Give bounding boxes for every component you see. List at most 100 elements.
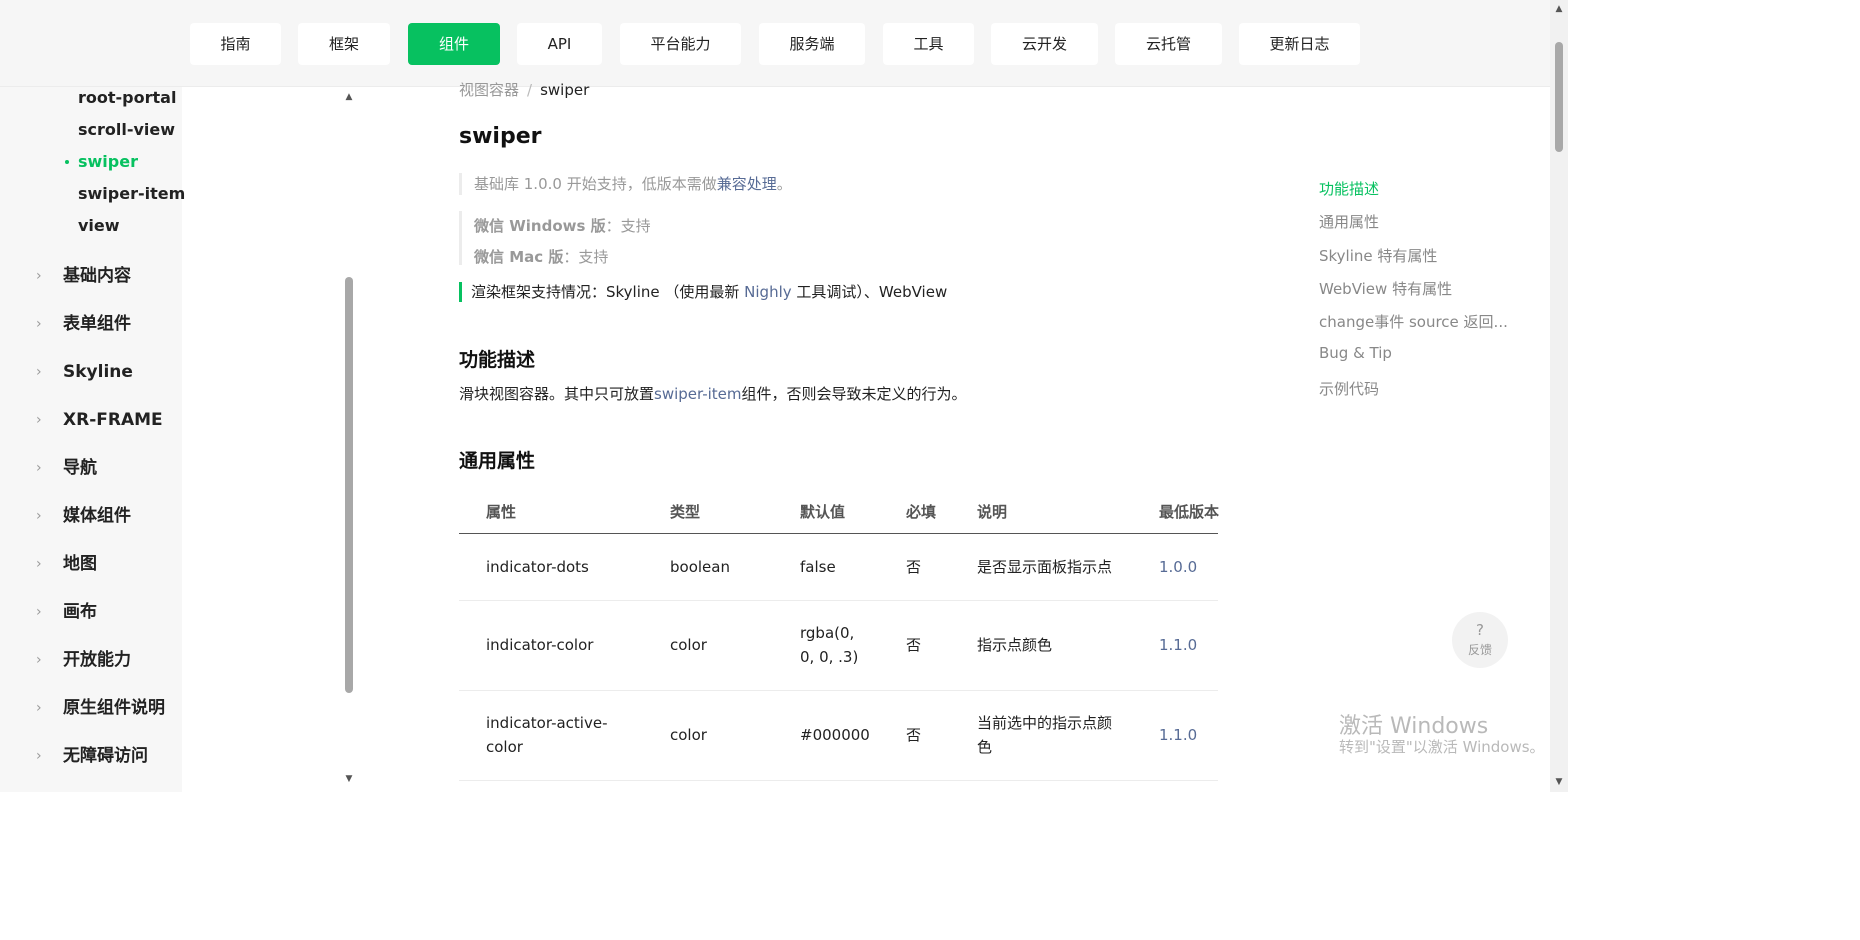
mac-value: ：支持 bbox=[563, 248, 609, 266]
cell-type: color bbox=[670, 726, 707, 744]
nav-framework[interactable]: 框架 bbox=[298, 23, 390, 65]
table-header: 属性 类型 默认值 必填 说明 最低版本 bbox=[459, 492, 1220, 534]
nav-server[interactable]: 服务端 bbox=[759, 23, 865, 65]
chevron-right-icon: › bbox=[36, 748, 42, 764]
chevron-right-icon: › bbox=[36, 268, 42, 284]
nav-api[interactable]: API bbox=[517, 23, 602, 65]
cell-desc: 是否显示面板指示点 bbox=[977, 558, 1113, 576]
cell-version-link[interactable]: 1.1.0 bbox=[1159, 633, 1197, 657]
cell-default: false bbox=[800, 558, 836, 576]
support-suffix: 。 bbox=[776, 175, 792, 193]
page-scrollbar-thumb[interactable] bbox=[1555, 42, 1563, 152]
cell-default: #000000 bbox=[800, 726, 870, 744]
support-text: 基础库 1.0.0 开始支持，低版本需做 bbox=[474, 175, 717, 193]
header-required: 必填 bbox=[906, 503, 937, 521]
desc-prefix: 滑块视图容器。其中只可放置 bbox=[459, 385, 655, 403]
table-row: indicator-dots boolean false 否 是否显示面板指示点… bbox=[459, 534, 1218, 601]
cell-attr: indicator-color bbox=[486, 636, 594, 654]
chevron-right-icon: › bbox=[36, 364, 42, 380]
sidebar-category-label: 基础内容 bbox=[63, 266, 131, 286]
chevron-right-icon: › bbox=[36, 604, 42, 620]
header-desc: 说明 bbox=[977, 503, 1008, 521]
cell-type: boolean bbox=[670, 558, 730, 576]
feedback-label: 反馈 bbox=[1467, 643, 1492, 657]
sidebar-category-label: 画布 bbox=[63, 602, 97, 622]
windows-value: ：支持 bbox=[605, 217, 651, 235]
header-type: 类型 bbox=[670, 503, 701, 521]
nighly-link[interactable]: Nighly bbox=[744, 283, 791, 301]
table-row: indicator-color color rgba(0, 0, 0, .3) … bbox=[459, 601, 1218, 691]
sidebar-category-label: 媒体组件 bbox=[63, 506, 131, 526]
chevron-right-icon: › bbox=[36, 700, 42, 716]
table-row: indicator-active-color color #000000 否 当… bbox=[459, 691, 1218, 781]
header-attr: 属性 bbox=[486, 503, 517, 521]
cell-attr: indicator-dots bbox=[486, 558, 589, 576]
sidebar-item-swiper-item[interactable]: swiper-item bbox=[78, 184, 185, 203]
active-dot-icon bbox=[65, 160, 69, 164]
sidebar-category-label: 开放能力 bbox=[63, 650, 131, 670]
chevron-right-icon: › bbox=[36, 412, 42, 428]
page-scrollbar[interactable]: ▲ ▼ bbox=[1550, 0, 1568, 792]
mac-label: 微信 Mac 版 bbox=[474, 248, 564, 266]
header-version: 最低版本 bbox=[1159, 503, 1220, 521]
description-text: 滑块视图容器。其中只可放置swiper-item组件，否则会导致未定义的行为。 bbox=[459, 383, 967, 404]
toc-common-attributes[interactable]: 通用属性 bbox=[1319, 211, 1379, 232]
breadcrumb-current: swiper bbox=[540, 81, 590, 99]
sidebar-scrollbar[interactable]: ▲ ▼ bbox=[342, 87, 356, 792]
scroll-up-icon[interactable]: ▲ bbox=[343, 92, 355, 102]
windows-label: 微信 Windows 版 bbox=[474, 217, 606, 235]
activation-watermark-subtitle: 转到"设置"以激活 Windows。 bbox=[1339, 738, 1545, 756]
breadcrumb-parent[interactable]: 视图容器 bbox=[459, 81, 519, 99]
sidebar-category-label: 无障碍访问 bbox=[63, 746, 148, 766]
sidebar-category-label: 表单组件 bbox=[63, 314, 131, 334]
sidebar-category-label: XR-FRAME bbox=[63, 410, 163, 430]
toc-example-code[interactable]: 示例代码 bbox=[1319, 378, 1379, 399]
platform-support-note: 微信 Windows 版：支持 微信 Mac 版：支持 bbox=[459, 211, 651, 266]
mac-support: 微信 Mac 版：支持 bbox=[474, 242, 651, 273]
sidebar-item-root-portal[interactable]: root-portal bbox=[78, 88, 176, 107]
chevron-right-icon: › bbox=[36, 556, 42, 572]
toc-skyline-attributes[interactable]: Skyline 特有属性 bbox=[1319, 245, 1437, 266]
scroll-down-icon[interactable]: ▼ bbox=[1550, 777, 1568, 787]
section-title-description: 功能描述 bbox=[459, 349, 536, 371]
cell-required: 否 bbox=[906, 726, 922, 744]
cell-version-link[interactable]: 1.0.0 bbox=[1159, 555, 1197, 579]
scroll-up-icon[interactable]: ▲ bbox=[1550, 4, 1568, 14]
toc-bug-tip[interactable]: Bug & Tip bbox=[1319, 344, 1392, 362]
sidebar-item-view[interactable]: view bbox=[78, 216, 120, 235]
chevron-right-icon: › bbox=[36, 460, 42, 476]
section-title-common-attributes: 通用属性 bbox=[459, 450, 536, 472]
toc-change-event[interactable]: change事件 source 返回... bbox=[1319, 311, 1508, 332]
cell-version-link[interactable]: 1.1.0 bbox=[1159, 723, 1197, 747]
breadcrumb-separator: / bbox=[527, 81, 533, 99]
toc-webview-attributes[interactable]: WebView 特有属性 bbox=[1319, 278, 1452, 299]
cell-type: color bbox=[670, 636, 707, 654]
windows-support: 微信 Windows 版：支持 bbox=[474, 211, 651, 242]
nav-cloud-dev[interactable]: 云开发 bbox=[991, 23, 1098, 65]
render-text: 渲染框架支持情况：Skyline （使用最新 bbox=[471, 283, 745, 301]
nav-changelog[interactable]: 更新日志 bbox=[1239, 23, 1360, 65]
top-navigation: 指南 框架 组件 API 平台能力 服务端 工具 云开发 云托管 更新日志 bbox=[0, 0, 1550, 87]
chevron-right-icon: › bbox=[36, 652, 42, 668]
header-default: 默认值 bbox=[800, 503, 846, 521]
nav-guide[interactable]: 指南 bbox=[190, 23, 281, 65]
toc-description[interactable]: 功能描述 bbox=[1319, 178, 1379, 199]
swiper-item-link[interactable]: swiper-item bbox=[654, 385, 742, 403]
feedback-button[interactable]: ? 反馈 bbox=[1452, 612, 1508, 668]
page-title: swiper bbox=[459, 124, 542, 149]
cell-desc: 当前选中的指示点颜色 bbox=[977, 714, 1113, 756]
nav-components[interactable]: 组件 bbox=[408, 23, 500, 65]
nav-platform[interactable]: 平台能力 bbox=[620, 23, 741, 65]
cell-desc: 指示点颜色 bbox=[977, 636, 1053, 654]
sidebar-scrollbar-thumb[interactable] bbox=[345, 277, 353, 693]
sidebar: root-portal scroll-view swiper swiper-it… bbox=[0, 87, 358, 792]
compat-link[interactable]: 兼容处理 bbox=[717, 175, 777, 193]
nav-tools[interactable]: 工具 bbox=[883, 23, 974, 65]
render-suffix: 工具调试）、WebView bbox=[791, 283, 948, 301]
nav-cloud-hosting[interactable]: 云托管 bbox=[1115, 23, 1222, 65]
chevron-right-icon: › bbox=[36, 316, 42, 332]
render-framework-note: 渲染框架支持情况：Skyline （使用最新 Nighly 工具调试）、WebV… bbox=[459, 282, 947, 302]
sidebar-item-scroll-view[interactable]: scroll-view bbox=[78, 120, 175, 139]
sidebar-item-swiper[interactable]: swiper bbox=[78, 152, 138, 171]
scroll-down-icon[interactable]: ▼ bbox=[343, 774, 355, 784]
